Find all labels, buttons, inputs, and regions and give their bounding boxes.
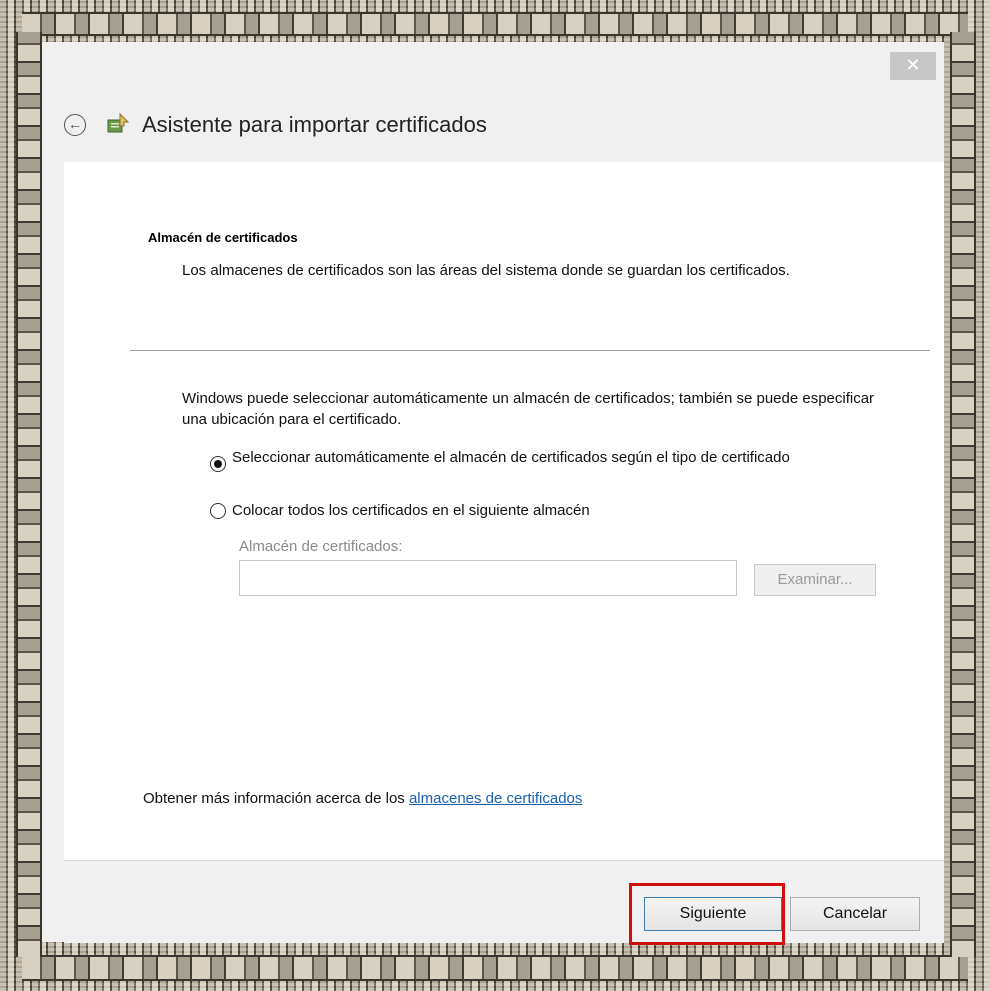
frame-border-top — [22, 12, 968, 36]
browse-button: Examinar... — [754, 564, 876, 596]
radio-place-all[interactable] — [210, 503, 226, 519]
certificate-wizard-icon — [107, 112, 130, 133]
frame-border-left — [16, 32, 42, 957]
certificate-store-field — [239, 560, 737, 596]
option-place-all-label: Colocar todos los certificados en el sig… — [232, 502, 590, 519]
cancel-button[interactable]: Cancelar — [790, 897, 920, 931]
section-heading: Almacén de certificados — [148, 230, 298, 245]
intro-text: Windows puede seleccionar automáticament… — [182, 390, 875, 428]
more-info-text: Obtener más información acerca de los al… — [143, 790, 582, 807]
back-arrow-icon[interactable]: ← — [64, 114, 86, 136]
wizard-title: Asistente para importar certificados — [142, 112, 487, 137]
close-icon[interactable]: ✕ — [890, 52, 936, 80]
certificate-store-label: Almacén de certificados: — [239, 538, 403, 555]
wizard-content: Almacén de certificados Los almacenes de… — [64, 162, 944, 860]
frame-border-bottom — [22, 955, 968, 981]
option-auto-select[interactable]: Seleccionar automáticamente el almacén d… — [210, 448, 832, 472]
more-info-prefix: Obtener más información acerca de los — [143, 790, 409, 807]
certificate-import-wizard-dialog: ✕ ← Asistente para importar certificados… — [42, 42, 944, 945]
next-button[interactable]: Siguiente — [644, 897, 782, 931]
section-description: Los almacenes de certificados son las ár… — [182, 262, 790, 279]
certificate-stores-link[interactable]: almacenes de certificados — [409, 790, 582, 807]
option-place-all[interactable]: Colocar todos los certificados en el sig… — [210, 501, 832, 521]
wizard-footer: Siguiente Cancelar — [64, 860, 944, 945]
radio-auto-select[interactable] — [210, 456, 226, 472]
frame-border-right — [950, 32, 976, 957]
divider — [130, 350, 930, 351]
option-auto-select-label: Seleccionar automáticamente el almacén d… — [232, 449, 790, 466]
title-bar: ✕ — [42, 42, 944, 82]
